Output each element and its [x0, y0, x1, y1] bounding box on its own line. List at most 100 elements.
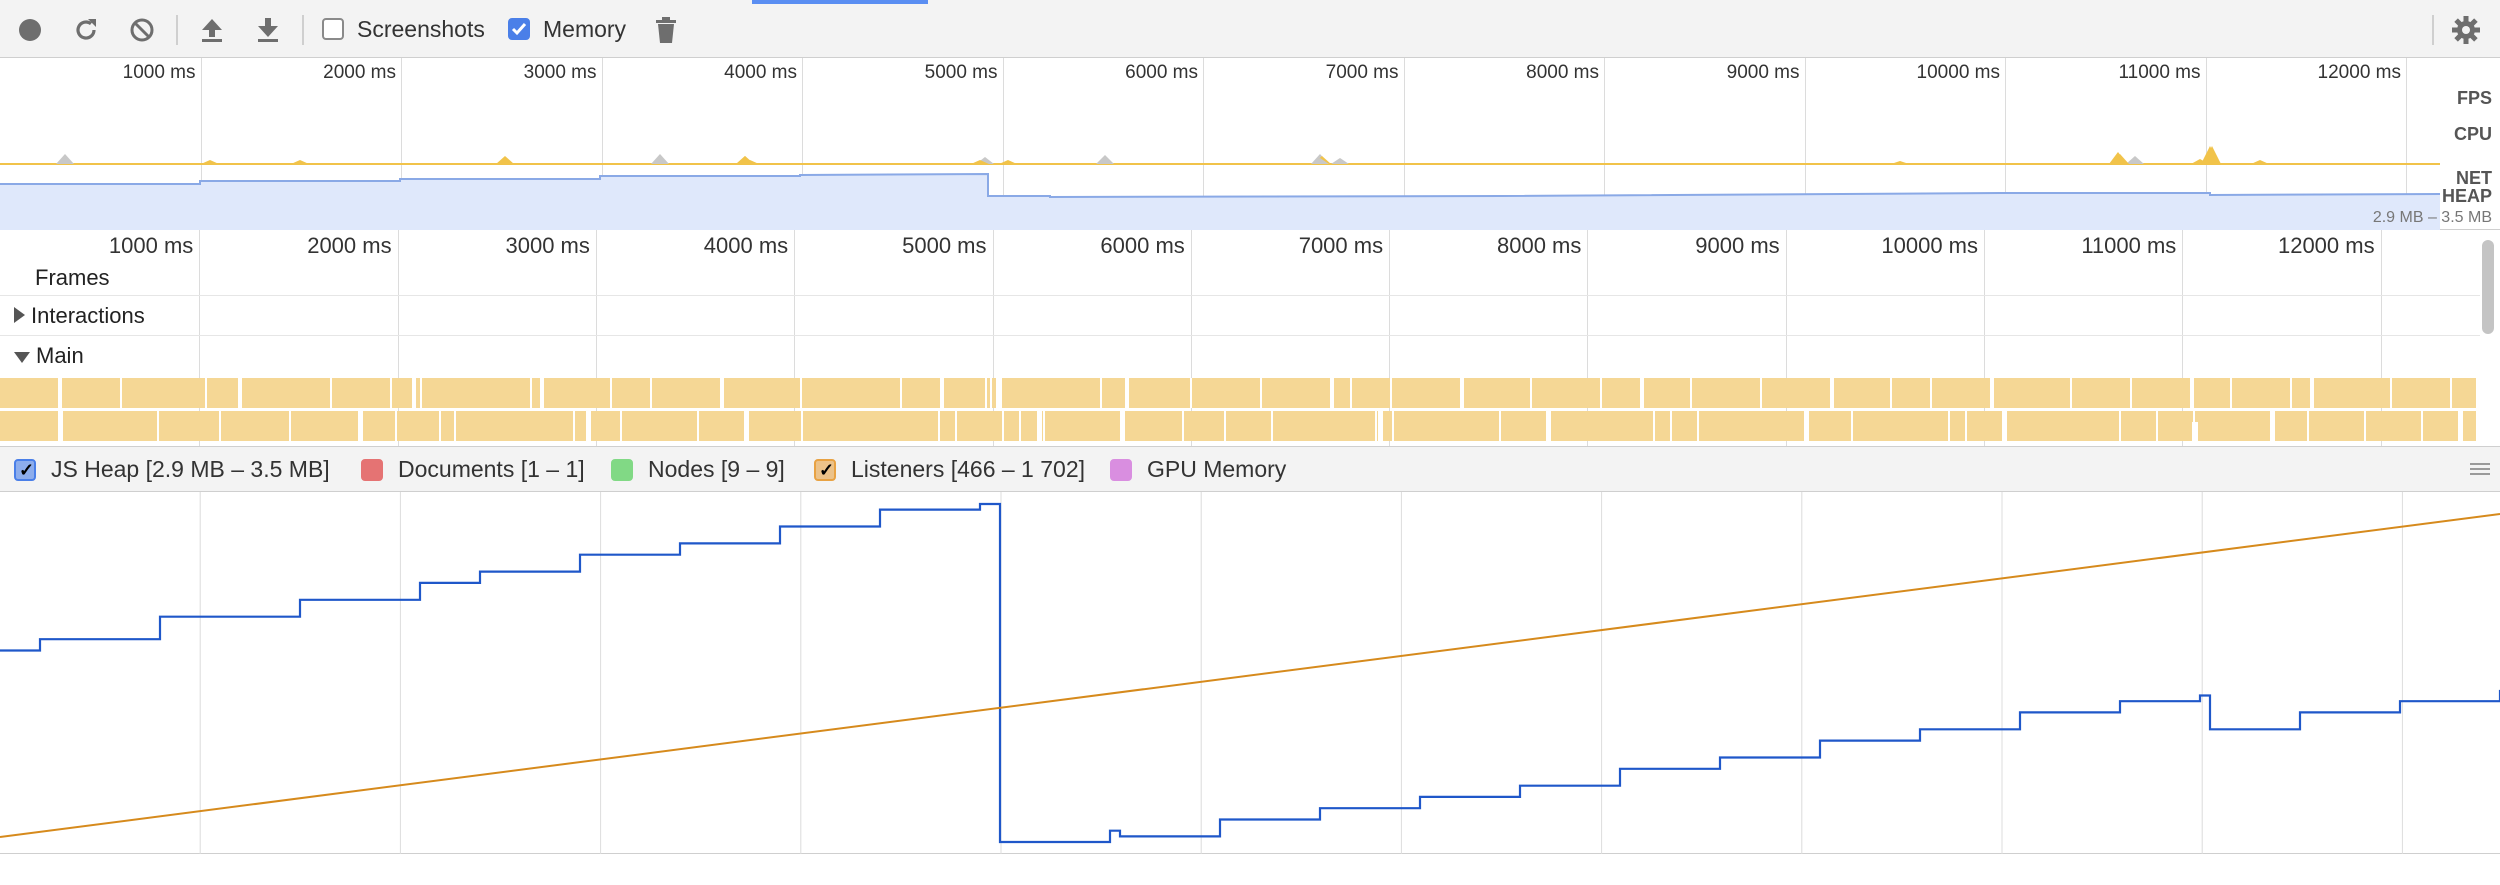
clear-icon	[130, 18, 154, 42]
expand-arrow-icon[interactable]	[14, 307, 25, 323]
clear-button[interactable]	[124, 12, 160, 48]
idle-gap	[1043, 411, 1045, 441]
frames-track-label: Frames	[35, 265, 110, 290]
screenshots-label[interactable]: Screenshots	[357, 16, 485, 43]
idle-gap	[2270, 411, 2275, 441]
checkmark-icon: ✓	[19, 459, 35, 480]
idle-gap	[2119, 411, 2121, 441]
idle-gap	[2307, 411, 2309, 441]
interactions-track[interactable]: Interactions	[0, 296, 2480, 336]
idle-gap	[2450, 378, 2452, 408]
idle-gap	[955, 411, 957, 441]
frames-track[interactable]: Frames	[0, 260, 2480, 296]
idle-gap	[395, 411, 397, 441]
idle-gap	[1804, 411, 1809, 441]
tab-indicator	[752, 0, 928, 4]
idle-gap	[990, 378, 992, 408]
timeline-overview[interactable]: 1000 ms 2000 ms 3000 ms 4000 ms 5000 ms 6000 …	[0, 58, 2500, 230]
idle-gap	[586, 411, 591, 441]
idle-gap	[573, 411, 575, 441]
flame-tick-label: 3000 ms	[505, 233, 590, 258]
idle-gap	[2156, 411, 2158, 441]
legend-checkbox[interactable]	[611, 458, 633, 481]
idle-gap	[330, 378, 332, 408]
screenshots-checkbox[interactable]	[322, 18, 344, 40]
cpu-spike	[56, 154, 74, 164]
memory-checkbox[interactable]	[508, 18, 530, 40]
idle-gap	[2130, 378, 2132, 408]
record-icon	[19, 19, 41, 41]
toolbar: Screenshots Memory	[0, 0, 2500, 58]
idle-gap	[2364, 411, 2366, 441]
idle-gap	[238, 378, 242, 408]
toolbar-separator	[176, 15, 178, 45]
legend-item-js[interactable]: ✓ JS Heap [2.9 MB – 3.5 MB]	[14, 456, 330, 483]
idle-gap	[1600, 378, 1602, 408]
legend-item-gpu[interactable]: GPU Memory	[1110, 456, 1286, 483]
cpu-spike	[1331, 158, 1349, 164]
load-profile-button[interactable]	[194, 12, 230, 48]
cpu-activity-graph	[0, 146, 2440, 165]
legend-checkbox[interactable]: ✓	[14, 458, 36, 481]
idle-gap	[985, 378, 987, 408]
idle-gap	[439, 411, 441, 441]
reload-button[interactable]	[68, 12, 104, 48]
legend-label: Documents [1 – 1]	[398, 456, 585, 482]
idle-gap	[1271, 411, 1273, 441]
record-button[interactable]	[12, 12, 48, 48]
idle-gap	[420, 378, 422, 408]
menu-icon[interactable]	[2470, 461, 2490, 477]
idle-gap	[2070, 378, 2072, 408]
idle-gap	[2310, 378, 2314, 408]
flame-tick-label: 9000 ms	[1695, 233, 1780, 258]
idle-gap	[940, 378, 944, 408]
flame-tick-label: 6000 ms	[1100, 233, 1185, 258]
idle-gap	[1000, 378, 1002, 408]
heap-range-label: 2.9 MB – 3.5 MB	[2372, 209, 2492, 226]
idle-gap	[1350, 378, 1352, 408]
idle-gap	[1375, 411, 1377, 441]
idle-gap	[412, 378, 416, 408]
collapse-arrow-icon[interactable]	[14, 351, 30, 363]
upload-icon	[202, 19, 222, 42]
legend-checkbox[interactable]: ✓	[814, 458, 836, 481]
flame-tick-label: 5000 ms	[902, 233, 987, 258]
legend-item-listeners[interactable]: ✓ Listeners [466 – 1 702]	[814, 456, 1085, 483]
idle-gap	[1390, 378, 1392, 408]
legend-item-nodes[interactable]: Nodes [9 – 9]	[611, 456, 785, 483]
capture-settings-button[interactable]	[2448, 12, 2484, 48]
legend-checkbox[interactable]	[361, 458, 383, 481]
heap-area	[0, 174, 2440, 230]
idle-gap	[720, 378, 724, 408]
checkmark-icon: ✓	[819, 459, 835, 480]
listeners-series-line	[0, 513, 2500, 838]
legend-item-documents[interactable]: Documents [1 – 1]	[361, 456, 585, 483]
idle-gap	[219, 411, 221, 441]
flame-chart[interactable]: 1000 ms 2000 ms 3000 ms 4000 ms 5000 ms 6000 …	[0, 230, 2500, 446]
save-profile-button[interactable]	[250, 12, 286, 48]
idle-gap	[2230, 378, 2232, 408]
js-heap-series-line	[0, 502, 2500, 844]
flame-tick-label: 7000 ms	[1298, 233, 1384, 258]
idle-gap	[1830, 378, 1834, 408]
memory-label[interactable]: Memory	[543, 16, 626, 43]
cpu-spike	[291, 160, 309, 164]
idle-gap	[2390, 378, 2392, 408]
idle-gap	[744, 411, 749, 441]
main-thread-activity[interactable]	[0, 376, 2480, 446]
reload-icon	[76, 19, 96, 40]
memory-counter-chart[interactable]	[0, 492, 2500, 854]
idle-gap	[58, 378, 62, 408]
idle-gap	[1190, 378, 1192, 408]
legend-checkbox[interactable]	[1110, 458, 1132, 481]
idle-gap	[1260, 378, 1262, 408]
main-track[interactable]: Main	[0, 336, 2480, 376]
details-pane	[0, 854, 2500, 885]
flame-tick-label: 12000 ms	[2277, 233, 2375, 258]
idle-gap	[58, 411, 63, 441]
vertical-scrollbar[interactable]	[2482, 240, 2494, 334]
trash-icon	[656, 17, 676, 43]
collect-garbage-button[interactable]	[648, 12, 684, 48]
legend-label: GPU Memory	[1147, 456, 1287, 482]
checkmark-icon	[511, 23, 527, 36]
